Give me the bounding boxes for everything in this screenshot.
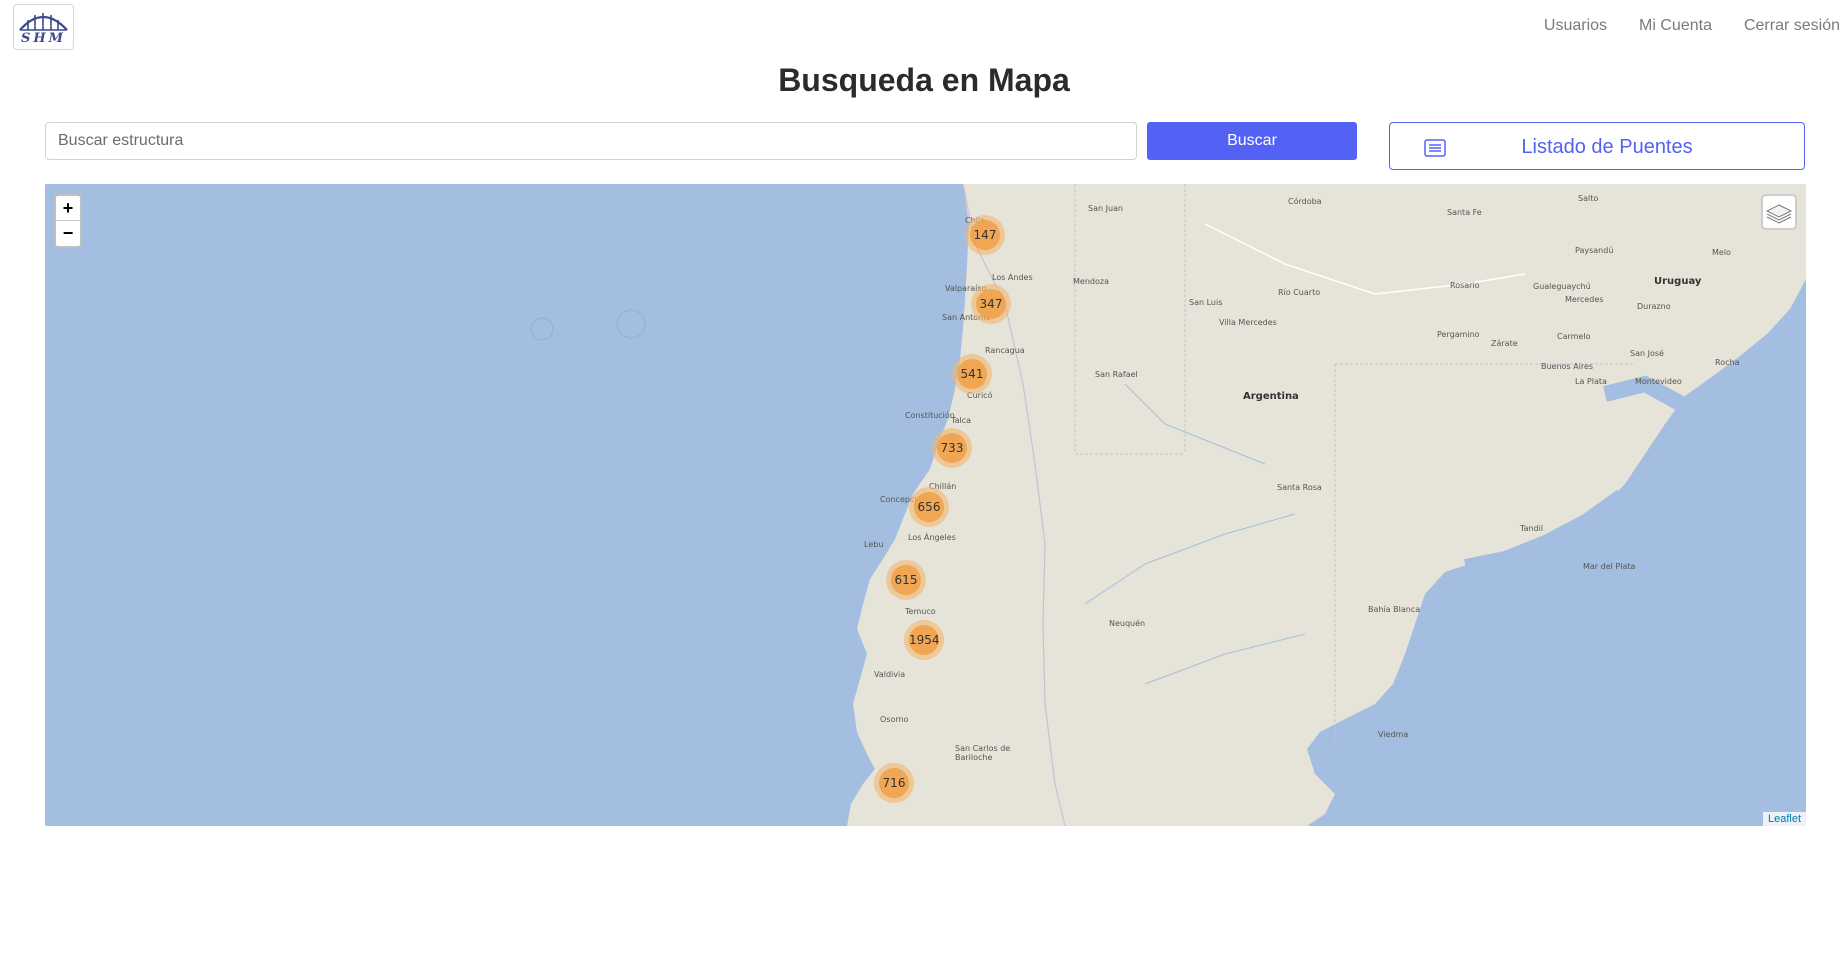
cluster-count: 615 <box>891 565 921 595</box>
place-viedma: Viedma <box>1378 730 1409 739</box>
place-gualeguaychu: Gualeguaychú <box>1533 282 1591 291</box>
place-valdivia: Valdivia <box>874 670 906 679</box>
place-argentina: Argentina <box>1243 391 1299 402</box>
nav-menu: Usuarios Mi Cuenta Cerrar sesión <box>1512 17 1840 35</box>
cluster-count: 541 <box>957 359 987 389</box>
page-title: Busqueda en Mapa <box>778 62 1070 98</box>
place-salto: Salto <box>1578 194 1599 203</box>
cluster-count: 1954 <box>909 625 940 655</box>
place-melo: Melo <box>1712 248 1731 257</box>
place-mar-del-plata: Mar del Plata <box>1583 562 1636 571</box>
cluster-marker[interactable]: 733 <box>932 428 972 468</box>
place-montevideo: Montevideo <box>1635 377 1682 386</box>
bridge-list-button[interactable]: Listado de Puentes <box>1389 122 1805 170</box>
cluster-marker[interactable]: 541 <box>952 354 992 394</box>
place-temuco: Temuco <box>905 607 936 616</box>
place-paysandu: Paysandú <box>1575 246 1614 255</box>
top-navbar: SHM Usuarios Mi Cuenta Cerrar sesión <box>0 0 1848 52</box>
cluster-marker[interactable]: 656 <box>909 487 949 527</box>
nav-usuarios[interactable]: Usuarios <box>1544 17 1607 35</box>
place-talca: Talca <box>951 416 971 425</box>
logo-text: SHM <box>20 31 67 46</box>
cluster-count: 347 <box>976 289 1006 319</box>
place-cordoba: Córdoba <box>1288 197 1322 206</box>
nav-mi-cuenta[interactable]: Mi Cuenta <box>1639 17 1712 35</box>
place-uruguay: Uruguay <box>1654 276 1702 287</box>
place-san-jose: San José <box>1630 349 1664 358</box>
cluster-count: 733 <box>937 433 967 463</box>
bridge-list-label: Listado de Puentes <box>1521 136 1693 158</box>
place-constitucion: Constitución <box>905 411 955 420</box>
cluster-marker[interactable]: 1954 <box>904 620 944 660</box>
search-input[interactable] <box>45 122 1137 160</box>
place-san-juan: San Juan <box>1088 204 1123 213</box>
cluster-marker[interactable]: 615 <box>886 560 926 600</box>
shm-logo[interactable]: SHM <box>13 4 74 50</box>
search-button[interactable]: Buscar <box>1147 122 1357 160</box>
cluster-count: 656 <box>914 492 944 522</box>
zoom-control: + − <box>54 194 82 248</box>
place-rosario: Rosario <box>1450 281 1480 290</box>
zoom-in-button[interactable]: + <box>56 196 80 221</box>
place-mendoza: Mendoza <box>1073 277 1109 286</box>
place-carmelo: Carmelo <box>1557 332 1591 341</box>
place-rocha: Rocha <box>1715 358 1740 367</box>
cluster-marker[interactable]: 147 <box>965 215 1005 255</box>
place-los-andes: Los Andes <box>992 273 1033 282</box>
place-pergamino: Pergamino <box>1437 330 1480 339</box>
cluster-marker[interactable]: 347 <box>971 284 1011 324</box>
place-san-luis: San Luis <box>1189 298 1223 307</box>
zoom-out-button[interactable]: − <box>56 221 80 246</box>
place-neuquen: Neuquén <box>1109 619 1146 628</box>
layers-icon <box>1765 204 1793 224</box>
place-santa-fe: Santa Fe <box>1447 208 1482 217</box>
place-san-rafael: San Rafael <box>1095 370 1138 379</box>
place-buenos-aires: Buenos Aires <box>1541 362 1594 371</box>
place-rio-cuarto: Río Cuarto <box>1278 288 1321 297</box>
place-lebu: Lebu <box>864 540 884 549</box>
cluster-count: 147 <box>970 220 1000 250</box>
map-container[interactable]: Chile Los Andes Valparaíso San Antonio R… <box>45 184 1806 826</box>
place-rancagua: Rancagua <box>985 346 1025 355</box>
place-santa-rosa: Santa Rosa <box>1277 483 1322 492</box>
place-bahia-blanca: Bahía Blanca <box>1368 605 1421 614</box>
place-osorno: Osorno <box>880 715 909 724</box>
place-durazno: Durazno <box>1637 302 1671 311</box>
leaflet-attribution[interactable]: Leaflet <box>1762 812 1806 826</box>
place-villa-mercedes: Villa Mercedes <box>1219 318 1277 327</box>
place-los-angeles: Los Ángeles <box>908 533 956 542</box>
cluster-marker[interactable]: 716 <box>874 763 914 803</box>
nav-cerrar-sesion[interactable]: Cerrar sesión <box>1744 17 1840 35</box>
place-mercedes: Mercedes <box>1565 295 1604 304</box>
place-zarate: Zárate <box>1491 339 1518 348</box>
layers-control-button[interactable] <box>1761 194 1797 230</box>
place-la-plata: La Plata <box>1575 377 1607 386</box>
place-bariloche: San Carlos de Bariloche <box>955 744 1011 762</box>
cluster-count: 716 <box>879 768 909 798</box>
place-tandil: Tandil <box>1520 524 1544 533</box>
